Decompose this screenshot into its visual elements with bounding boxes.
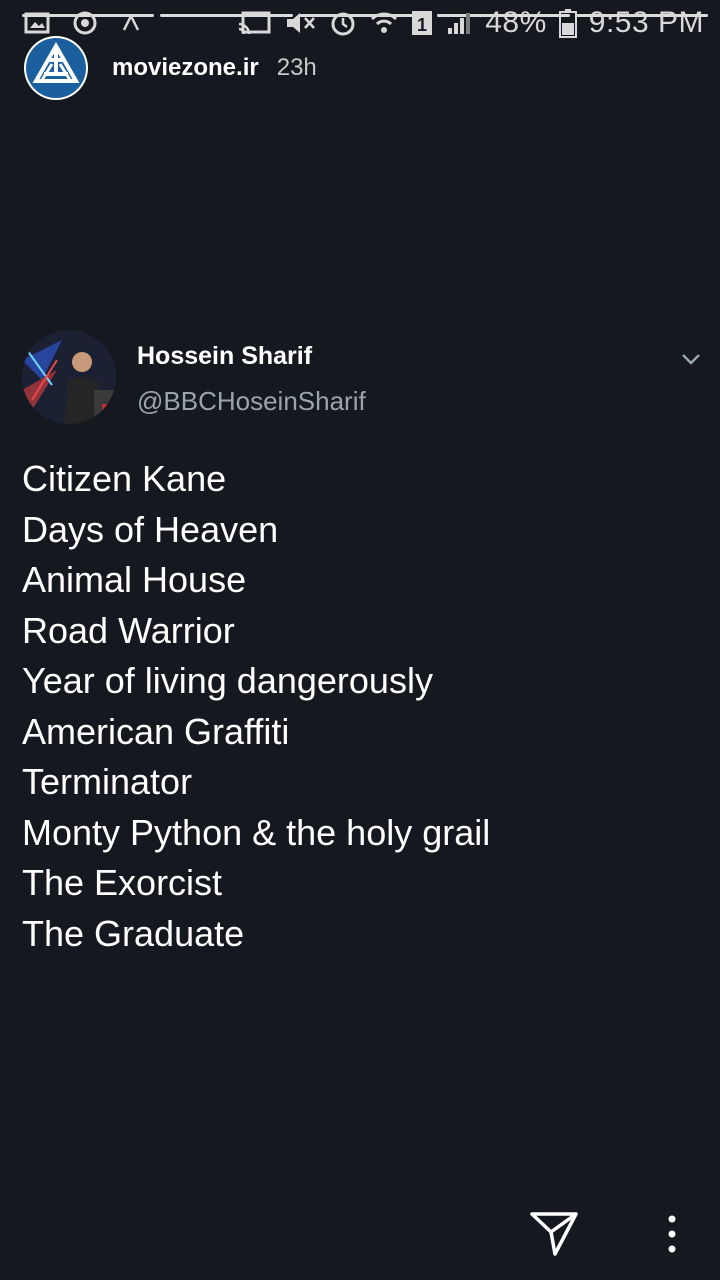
author-name: Hossein Sharif: [137, 342, 313, 370]
post-time: 23h: [276, 54, 317, 81]
tweet-line: Year of living dangerously: [22, 660, 433, 701]
author-handle: @BBCHoseinSharif: [137, 386, 366, 416]
more-vertical-icon: [668, 1215, 676, 1253]
record-icon: [72, 10, 98, 36]
cast-icon: [237, 10, 271, 36]
image-icon: [24, 12, 50, 34]
tweet-card: Hossein Sharif @BBCHoseinSharif Citizen …: [22, 330, 702, 959]
tweet-line: Road Warrior: [22, 609, 235, 651]
alarm-icon: [329, 9, 357, 37]
tweet-line: Terminator: [22, 761, 193, 802]
author-avatar: [22, 330, 116, 424]
tweet-line: The Exorcist: [22, 862, 223, 903]
upload-icon: [120, 12, 142, 34]
more-options-button[interactable]: [660, 1212, 684, 1256]
send-button[interactable]: [528, 1210, 580, 1258]
signal-icon: [445, 10, 473, 36]
tweet-line: American Graffiti: [22, 710, 290, 752]
account-name[interactable]: moviezone.ir: [112, 54, 259, 82]
tweet-text: Citizen Kane Days of Heaven Animal House…: [22, 454, 702, 959]
battery-percent: 48%: [485, 6, 547, 39]
mute-icon: [283, 9, 317, 37]
tweet-line: Citizen Kane: [22, 458, 227, 499]
sim-icon: 1: [411, 9, 433, 37]
send-icon: [530, 1212, 578, 1256]
battery-icon: [558, 8, 577, 38]
tweet-line: The Graduate: [22, 912, 245, 954]
moviezone-logo-icon: [26, 38, 86, 98]
svg-text:1: 1: [417, 15, 427, 35]
wifi-icon: [369, 9, 399, 37]
chevron-down-icon[interactable]: [680, 348, 702, 370]
tweet-line: Animal House: [22, 559, 247, 600]
tweet-line: Monty Python & the holy grail: [22, 811, 491, 853]
clock: 9:53 PM: [588, 6, 704, 39]
story-header: moviezone.ir 23h: [24, 36, 317, 100]
tweet-line: Days of Heaven: [22, 508, 279, 550]
account-avatar[interactable]: [24, 36, 88, 100]
